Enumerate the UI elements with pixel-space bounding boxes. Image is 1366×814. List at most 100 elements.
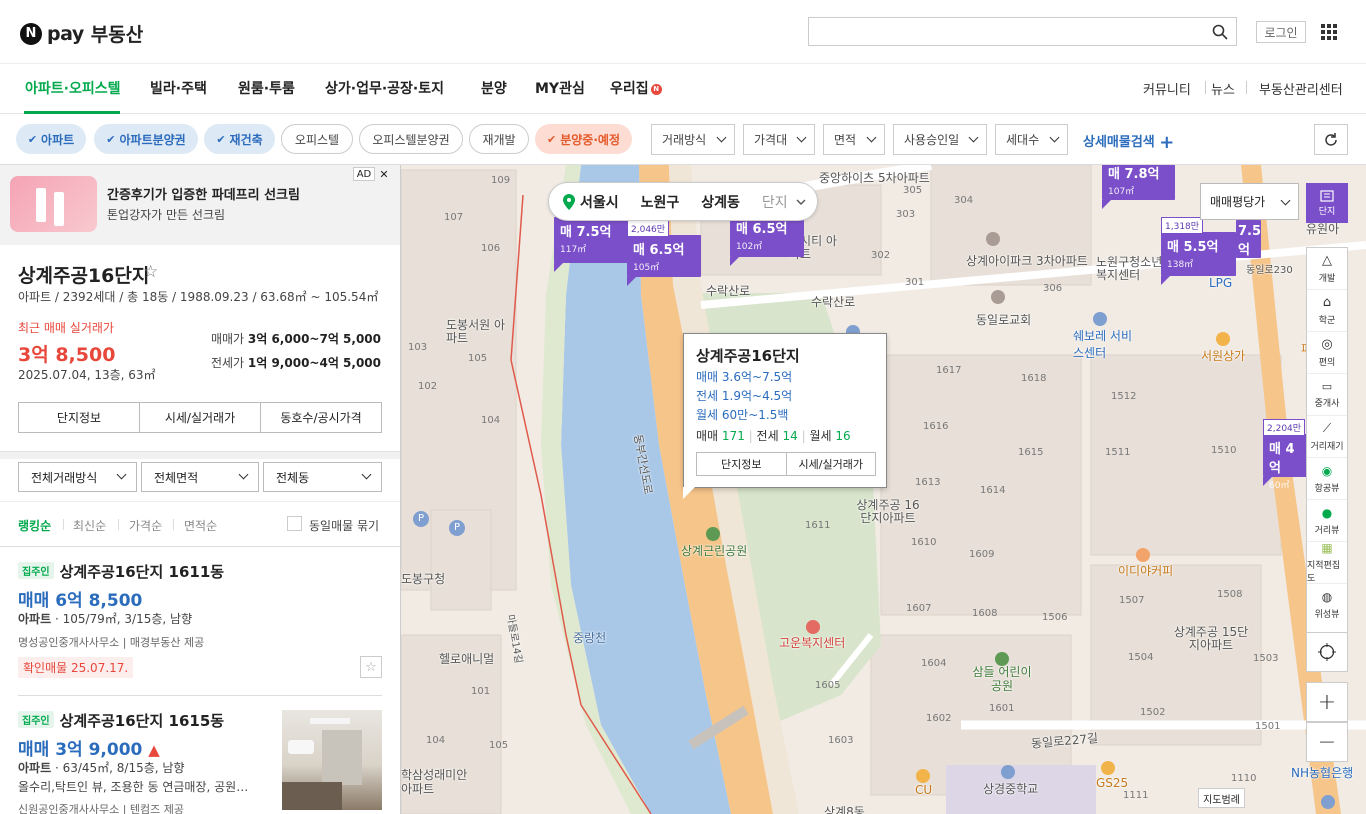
same-listing-checkbox[interactable]: [287, 516, 302, 531]
my-location-button[interactable]: [1306, 632, 1348, 672]
breadcrumb-dong[interactable]: 상계동: [701, 192, 740, 212]
popup-title: 상계주공16단지: [696, 347, 800, 365]
complex-panel: 간증후기가 입증한 파데프리 선크림 톤업강자가 만든 선크림 AD ✕ 상계주…: [0, 165, 401, 814]
tool-development[interactable]: △ 개발: [1307, 248, 1347, 290]
ad-banner[interactable]: 간증후기가 입증한 파데프리 선크림 톤업강자가 만든 선크림 AD ✕: [0, 165, 400, 245]
select-building[interactable]: 전체동: [263, 462, 382, 492]
dropdown-approval-date[interactable]: 사용승인일: [893, 124, 987, 155]
select-trade-type[interactable]: 전체거래방식: [18, 462, 137, 492]
tool-street-view[interactable]: ● 거리뷰: [1307, 500, 1347, 542]
chip-officetel[interactable]: 오피스텔: [281, 124, 353, 154]
complex-layer-button[interactable]: 단지: [1306, 183, 1348, 223]
popup-price-button[interactable]: 시세/실거래가: [787, 453, 876, 475]
map-price-marker[interactable]: 2,046만 매 6.5억 105㎡: [627, 220, 701, 286]
sort-price[interactable]: 가격순: [129, 517, 162, 534]
convenience-store-icon[interactable]: [1101, 761, 1115, 775]
chip-officetel-presale-right[interactable]: 오피스텔분양권: [359, 124, 463, 154]
listing-title[interactable]: 집주인 상계주공16단지 1615동: [18, 710, 224, 731]
map-legend-button[interactable]: 지도범례: [1198, 788, 1245, 808]
nav-oneroom[interactable]: 원룸·투룸: [238, 78, 295, 98]
tool-aerial-view[interactable]: ◉ 항공뷰: [1307, 458, 1347, 500]
chip-redevelopment[interactable]: 재개발: [469, 124, 529, 154]
tool-label: 항공뷰: [1314, 483, 1340, 494]
tool-measure-distance[interactable]: ⟋ 거리재기: [1307, 416, 1347, 458]
nav-news[interactable]: 뉴스: [1211, 79, 1235, 98]
breadcrumb-city[interactable]: 서울시: [580, 192, 619, 212]
service-center-icon[interactable]: [1093, 312, 1107, 326]
login-button[interactable]: 로그인: [1256, 21, 1306, 43]
breadcrumb-complex[interactable]: 단지: [762, 192, 788, 212]
search-icon[interactable]: [1212, 24, 1228, 40]
tab-price-history[interactable]: 시세/실거래가: [140, 403, 261, 432]
chip-apartment-presale-right[interactable]: ✔ 아파트분양권: [94, 124, 198, 154]
sort-ranking[interactable]: 랭킹순: [18, 517, 51, 534]
chip-apartment[interactable]: ✔ 아파트: [16, 124, 86, 154]
tool-broker[interactable]: ▭ 중개사: [1307, 374, 1347, 416]
select-label: 전체동: [276, 470, 310, 485]
nav-presale[interactable]: 분양: [481, 78, 507, 98]
zoom-out-button[interactable]: −: [1306, 722, 1348, 762]
welfare-icon[interactable]: [806, 620, 820, 634]
search-input[interactable]: [808, 17, 1237, 46]
tool-convenience[interactable]: ◎ 편의: [1307, 332, 1347, 374]
favorite-star-icon[interactable]: ☆: [360, 656, 382, 678]
logo[interactable]: N pay 부동산: [20, 20, 143, 47]
apps-grid-icon[interactable]: [1321, 24, 1337, 40]
sort-area[interactable]: 면적순: [184, 517, 217, 534]
map-price-marker[interactable]: 1,318만 매 5.5억 138㎡: [1161, 217, 1236, 285]
chip-presale-upcoming[interactable]: ✔ 분양중·예정: [535, 124, 632, 154]
dropdown-households[interactable]: 세대수: [995, 124, 1068, 155]
block-number: 1609: [969, 549, 995, 560]
park-icon[interactable]: [995, 652, 1009, 666]
map-price-marker[interactable]: 매 7.8억 107㎡: [1102, 165, 1175, 209]
map-price-marker[interactable]: 7.5억: [1236, 220, 1261, 258]
nav-my-home[interactable]: 우리집 N: [610, 78, 662, 98]
select-area[interactable]: 전체면적: [141, 462, 259, 492]
count-jeonse-label: 전세: [756, 429, 779, 443]
nav-villa-house[interactable]: 빌라·주택: [150, 78, 207, 98]
tool-satellite-view[interactable]: ◍ 위성뷰: [1307, 584, 1347, 626]
map-label: 중앙하이츠 5차아파트: [819, 171, 930, 185]
nav-my-interest[interactable]: MY관심: [535, 78, 585, 98]
listing-photo[interactable]: [282, 710, 382, 810]
dropdown-price[interactable]: 가격대: [743, 124, 815, 155]
nav-commercial[interactable]: 상가·업무·공장·토지: [325, 78, 444, 98]
map-price-marker[interactable]: 매 7.5억 117㎡: [554, 217, 628, 272]
popup-complex-info-button[interactable]: 단지정보: [697, 453, 787, 475]
advanced-search-button[interactable]: 상세매물검색 +: [1083, 131, 1174, 153]
sort-latest[interactable]: 최신순: [73, 517, 106, 534]
chip-label: 아파트분양권: [119, 132, 186, 147]
street-view-icon: ●: [1321, 505, 1333, 520]
refresh-button[interactable]: [1314, 124, 1348, 155]
parking-icon[interactable]: P: [413, 511, 429, 527]
nav-community[interactable]: 커뮤니티: [1143, 79, 1191, 98]
favorite-star-icon[interactable]: ☆: [143, 262, 158, 282]
breadcrumb-district[interactable]: 노원구: [641, 192, 680, 212]
map-price-marker[interactable]: 2,204만 매 4억 60㎡: [1263, 419, 1307, 491]
chevron-down-icon: [116, 469, 127, 480]
map[interactable]: 중앙하이츠 5차아파트 상계아이파크 3차아파트 노원구청소년 상담복지센터 L…: [401, 165, 1366, 814]
price-type-select[interactable]: 매매평당가: [1200, 183, 1299, 220]
church-icon[interactable]: [991, 290, 1005, 304]
nav-apartment-officetel[interactable]: 아파트·오피스텔: [25, 78, 120, 98]
chip-reconstruction[interactable]: ✔ 재건축: [204, 124, 275, 154]
apartment-icon[interactable]: [986, 232, 1000, 246]
park-icon[interactable]: [706, 527, 720, 541]
parking-icon[interactable]: P: [449, 520, 465, 536]
convenience-store-icon[interactable]: [916, 769, 930, 783]
dropdown-trade-type[interactable]: 거래방식: [651, 124, 735, 155]
close-icon[interactable]: ✕: [376, 167, 392, 181]
tool-school-district[interactable]: ⌂ 학군: [1307, 290, 1347, 332]
store-icon[interactable]: [1216, 332, 1230, 346]
nav-management-center[interactable]: 부동산관리센터: [1259, 79, 1343, 98]
tool-cadastral-map[interactable]: ▦ 지적편집도: [1307, 541, 1347, 584]
listing-title[interactable]: 집주인 상계주공16단지 1611동: [18, 561, 224, 582]
bank-icon[interactable]: [1321, 795, 1335, 809]
school-icon[interactable]: [1001, 765, 1015, 779]
zoom-in-button[interactable]: +: [1306, 682, 1348, 722]
dropdown-area[interactable]: 면적: [823, 124, 885, 155]
region-breadcrumb[interactable]: 서울시 노원구 상계동 단지: [548, 182, 818, 221]
tab-unit-public-price[interactable]: 동호수/공시가격: [261, 403, 381, 432]
cafe-icon[interactable]: [1136, 548, 1150, 562]
tab-complex-info[interactable]: 단지정보: [19, 403, 140, 432]
